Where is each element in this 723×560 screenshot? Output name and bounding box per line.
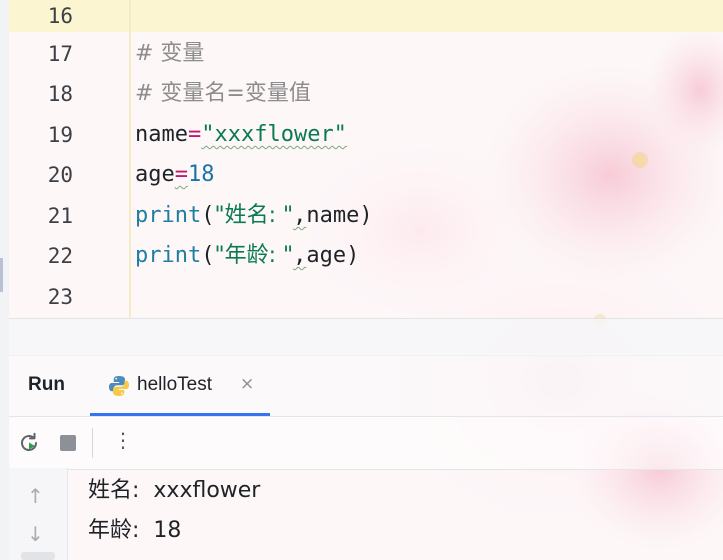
tab-label: helloTest <box>137 374 212 395</box>
code-line-assign-name[interactable]: name="xxxflower" <box>135 119 347 151</box>
run-panel-title[interactable]: Run <box>28 374 65 396</box>
console-output-line: 姓名: xxxflower <box>88 478 261 503</box>
paren: ( <box>201 203 215 228</box>
identifier: age <box>306 243 347 268</box>
line-number: 23 <box>47 285 73 309</box>
scroll-down-icon[interactable]: ↓ <box>27 522 44 546</box>
line-number: 19 <box>47 123 73 147</box>
comma: , <box>293 203 307 228</box>
rerun-icon[interactable] <box>17 431 41 455</box>
string-literal: "xxxflower" <box>201 122 347 147</box>
gutter-border <box>129 0 131 318</box>
code-line-comment[interactable]: # 变量 <box>135 38 204 70</box>
assign-operator: = <box>187 122 202 147</box>
builtin-print: print <box>135 203 202 228</box>
console-scroll-thumb[interactable] <box>21 552 55 560</box>
console-gutter: ↑ ↓ <box>9 468 68 560</box>
number-literal: 18 <box>188 162 215 187</box>
identifier: age <box>135 162 175 187</box>
line-number: 22 <box>47 244 73 268</box>
assign-operator: = <box>174 162 188 187</box>
identifier: name <box>306 203 360 228</box>
line-number: 16 <box>47 4 73 28</box>
run-toolbar: ⋮ <box>9 416 723 470</box>
paren: ( <box>201 243 215 268</box>
string-literal: "姓名: " <box>214 203 294 228</box>
line-number-gutter: 16 17 18 19 20 21 22 23 <box>9 0 131 318</box>
builtin-print: print <box>135 243 202 268</box>
code-editor[interactable]: 16 17 18 19 20 21 22 23 # 变量 # 变量名=变量值 n… <box>0 0 723 318</box>
more-options-icon[interactable]: ⋮ <box>113 428 133 452</box>
stop-icon[interactable] <box>60 435 76 451</box>
paren: ) <box>346 243 360 268</box>
identifier: name <box>135 122 188 147</box>
code-line-print-name[interactable]: print("姓名: ",name) <box>135 200 373 232</box>
scroll-up-icon[interactable]: ↑ <box>27 484 44 508</box>
toolbar-separator <box>92 428 93 458</box>
code-line-print-age[interactable]: print("年龄: ",age) <box>135 240 359 272</box>
panel-divider[interactable] <box>9 318 723 356</box>
python-file-icon <box>109 376 129 396</box>
tab-hellotest[interactable]: helloTest × <box>90 362 270 416</box>
line-number: 21 <box>47 204 73 228</box>
code-line-comment[interactable]: # 变量名=变量值 <box>135 78 311 110</box>
close-icon[interactable]: × <box>240 374 254 394</box>
code-line-assign-age[interactable]: age=18 <box>135 159 215 191</box>
console-output-line: 年龄: 18 <box>88 518 182 543</box>
line-number: 20 <box>47 163 73 187</box>
line-number: 17 <box>47 42 73 66</box>
side-panel-handle[interactable] <box>0 258 3 292</box>
paren: ) <box>359 203 373 228</box>
line-number: 18 <box>47 82 73 106</box>
string-literal: "年龄: " <box>214 243 294 268</box>
comma: , <box>293 243 307 268</box>
